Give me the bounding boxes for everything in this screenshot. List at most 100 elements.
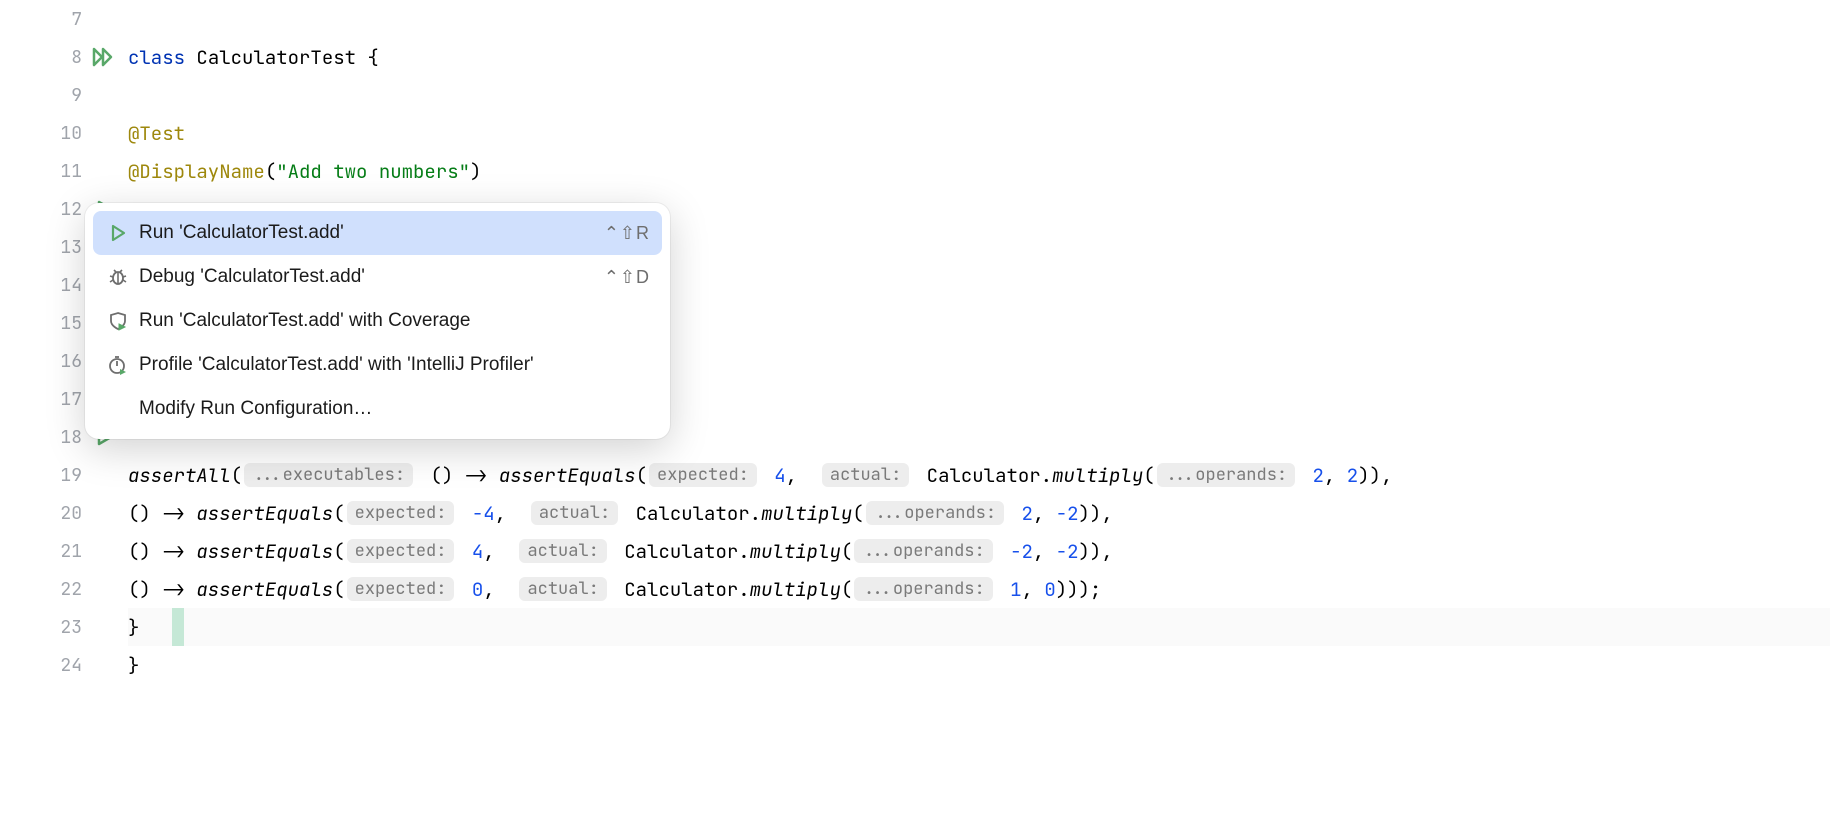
bug-icon [105, 267, 131, 287]
number: 2 [1301, 463, 1324, 488]
line-number: 18 [60, 426, 82, 449]
line-number: 11 [60, 160, 82, 183]
number: -4 [460, 501, 494, 526]
punct: )), [1358, 463, 1392, 488]
line-number: 7 [71, 8, 82, 31]
code-text: Calculator. [613, 539, 750, 564]
method-call: assertAll [128, 463, 231, 488]
punct: , [1022, 577, 1045, 602]
line-number: 13 [60, 236, 82, 259]
method-call: assertEquals [499, 463, 636, 488]
code-line[interactable]: class CalculatorTest { [128, 38, 1830, 76]
punct: ( [333, 501, 344, 526]
punct: , [1324, 463, 1347, 488]
menu-item-profile[interactable]: Profile 'CalculatorTest.add' with 'Intel… [93, 343, 662, 387]
punct: ( [231, 463, 242, 488]
method-call: assertEquals [196, 539, 333, 564]
line-number: 12 [60, 198, 82, 221]
number: 4 [763, 463, 786, 488]
punct: ) [470, 159, 481, 184]
menu-item-debug[interactable]: Debug 'CalculatorTest.add' ⌃⇧D [93, 255, 662, 299]
code-text: () -> [128, 501, 196, 526]
run-context-menu: Run 'CalculatorTest.add' ⌃⇧R Debug 'Calc… [85, 203, 670, 439]
punct: ( [636, 463, 647, 488]
number: 1 [999, 577, 1022, 602]
code-line[interactable]: } [128, 646, 1830, 684]
number: 0 [1044, 577, 1055, 602]
param-hint: actual: [519, 539, 606, 563]
param-hint: ...operands: [1157, 463, 1295, 487]
punct: ( [852, 501, 863, 526]
line-number: 17 [60, 388, 82, 411]
menu-label: Modify Run Configuration… [139, 398, 650, 420]
code-text: Calculator. [915, 463, 1052, 488]
line-number: 15 [60, 312, 82, 335]
method-call: assertEquals [196, 577, 333, 602]
code-line[interactable]: @DisplayName("Add two numbers") [128, 152, 1830, 190]
class-decl: CalculatorTest { [185, 45, 379, 70]
param-hint: actual: [531, 501, 618, 525]
line-number: 23 [60, 616, 82, 639]
param-hint: ...operands: [854, 577, 992, 601]
line-number: 22 [60, 578, 82, 601]
punct: , [483, 577, 517, 602]
punct: )), [1079, 501, 1113, 526]
keyword: class [128, 45, 185, 70]
line-number: 24 [60, 654, 82, 677]
code-line[interactable]: assertAll(...executables: () -> assertEq… [128, 456, 1830, 494]
punct: , [495, 501, 529, 526]
menu-label: Run 'CalculatorTest.add' with Coverage [139, 310, 650, 332]
line-number: 21 [60, 540, 82, 563]
method-call: assertEquals [196, 501, 333, 526]
string-literal: "Add two numbers" [276, 159, 470, 184]
annotation: @DisplayName [128, 159, 265, 184]
shortcut: ⌃⇧R [604, 223, 650, 244]
menu-label: Debug 'CalculatorTest.add' [139, 266, 604, 288]
param-hint: expected: [347, 577, 455, 601]
punct: ))); [1056, 577, 1102, 602]
code-line[interactable]: () -> assertEquals(expected: 4, actual: … [128, 532, 1830, 570]
param-hint: actual: [519, 577, 606, 601]
method-call: multiply [761, 501, 852, 526]
code-text: Calculator. [624, 501, 761, 526]
param-hint: ...executables: [244, 463, 413, 487]
param-hint: actual: [822, 463, 909, 487]
punct: ( [841, 539, 852, 564]
punct: )), [1079, 539, 1113, 564]
param-hint: expected: [649, 463, 757, 487]
number: 2 [1347, 463, 1358, 488]
param-hint: expected: [347, 539, 455, 563]
code-line[interactable]: () -> assertEquals(expected: -4, actual:… [128, 494, 1830, 532]
param-hint: ...operands: [866, 501, 1004, 525]
punct: , [483, 539, 517, 564]
method-call: multiply [750, 577, 841, 602]
menu-label: Run 'CalculatorTest.add' [139, 222, 604, 244]
line-number: 16 [60, 350, 82, 373]
stopwatch-play-icon [105, 355, 131, 375]
code-line[interactable]: () -> assertEquals(expected: 0, actual: … [128, 570, 1830, 608]
brace: } [128, 653, 139, 678]
shield-play-icon [105, 311, 131, 331]
menu-item-run[interactable]: Run 'CalculatorTest.add' ⌃⇧R [93, 211, 662, 255]
annotation: @Test [128, 121, 185, 146]
punct: , [1033, 501, 1056, 526]
param-hint: expected: [347, 501, 455, 525]
punct: ( [333, 539, 344, 564]
menu-item-modify-config[interactable]: Modify Run Configuration… [93, 387, 662, 431]
code-text: () -> [128, 539, 196, 564]
code-line[interactable]: } [128, 608, 1830, 646]
line-number: 19 [60, 464, 82, 487]
number: 0 [460, 577, 483, 602]
punct: , [786, 463, 820, 488]
menu-item-coverage[interactable]: Run 'CalculatorTest.add' with Coverage [93, 299, 662, 343]
punct: , [1033, 539, 1056, 564]
punct: ( [1143, 463, 1154, 488]
code-text: Calculator. [613, 577, 750, 602]
punct: ( [333, 577, 344, 602]
play-icon [105, 224, 131, 242]
number: -2 [1056, 501, 1079, 526]
line-number: 8 [71, 46, 82, 69]
code-text: () -> [128, 577, 196, 602]
code-line[interactable]: @Test [128, 114, 1830, 152]
line-number: 10 [60, 122, 82, 145]
